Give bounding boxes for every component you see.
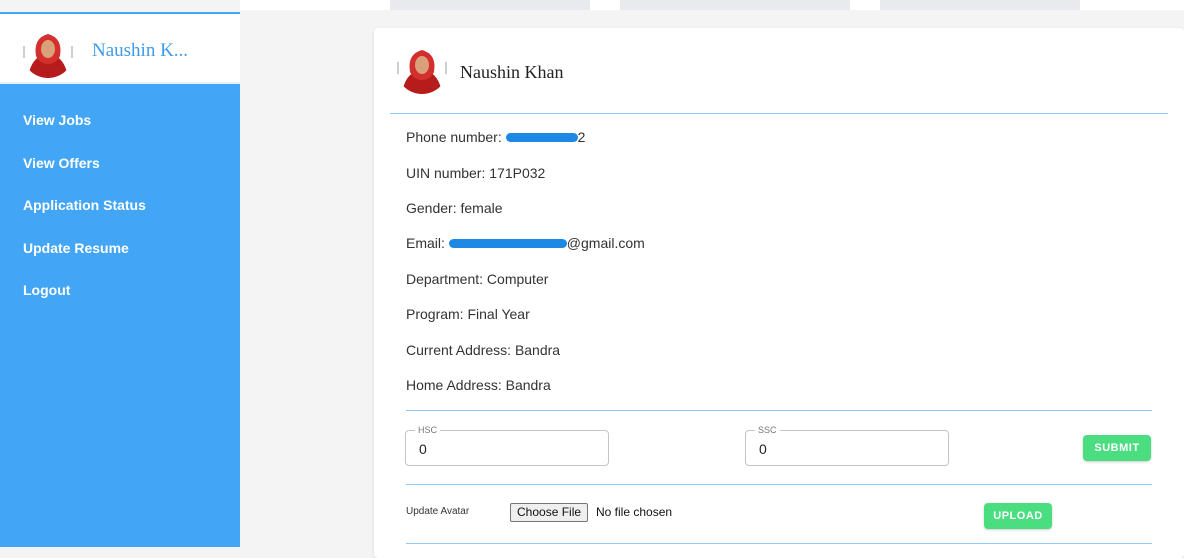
current-address: Current Address: Bandra [406, 342, 561, 358]
profile-avatar [396, 42, 448, 94]
top-decoration-band [880, 0, 1080, 10]
nav-update-resume[interactable]: Update Resume [0, 238, 240, 281]
top-decoration-band [620, 0, 850, 10]
submit-button[interactable]: SUBMIT [1083, 435, 1151, 461]
user-avatar-icon [22, 26, 74, 78]
home-address: Home Address: Bandra [406, 377, 551, 393]
nav-view-offers[interactable]: View Offers [0, 153, 240, 196]
ssc-field[interactable]: SSC 0 [745, 425, 949, 466]
redaction-mark [448, 238, 567, 248]
top-decoration-band [390, 0, 590, 10]
ssc-label: SSC [755, 425, 780, 436]
nav-application-status[interactable]: Application Status [0, 195, 240, 238]
file-status: No file chosen [596, 505, 673, 519]
email-tail: @gmail.com [566, 235, 645, 251]
choose-file-button[interactable]: Choose File [510, 503, 589, 522]
phone-tail: 2 [577, 129, 586, 145]
nav-logout[interactable]: Logout [0, 280, 240, 323]
phone-label: Phone number: [406, 129, 502, 145]
divider [406, 410, 1152, 411]
hsc-field[interactable]: HSC 0 [405, 425, 609, 466]
upload-button[interactable]: UPLOAD [984, 503, 1052, 529]
avatar [22, 26, 74, 78]
uin-number: UIN number: 171P032 [406, 165, 546, 181]
top-decoration [240, 0, 1184, 10]
profile-card: Naushin Khan Phone number: 2 UIN number:… [374, 28, 1184, 558]
divider [406, 543, 1152, 544]
hsc-value[interactable]: 0 [419, 441, 427, 457]
nav-view-jobs[interactable]: View Jobs [0, 110, 240, 153]
redaction-mark [505, 132, 578, 142]
program: Program: Final Year [406, 306, 530, 322]
sidebar-nav: View Jobs View Offers Application Status… [0, 110, 240, 323]
divider [390, 113, 1168, 114]
sidebar-header: Naushin K... [0, 12, 240, 84]
gender: Gender: female [406, 200, 503, 216]
update-avatar-label: Update Avatar [406, 506, 470, 517]
hsc-label: HSC [415, 425, 441, 436]
divider [406, 484, 1152, 485]
user-avatar-icon [396, 42, 448, 94]
email: Email: @gmail.com [406, 234, 645, 252]
profile-name: Naushin Khan [460, 62, 564, 82]
sidebar-user-name[interactable]: Naushin K... [92, 40, 188, 62]
email-label: Email: [406, 235, 445, 251]
department: Department: Computer [406, 271, 549, 287]
phone-number: Phone number: 2 [406, 128, 585, 146]
sidebar: Naushin K... View Jobs View Offers Appli… [0, 12, 240, 547]
ssc-value[interactable]: 0 [759, 441, 767, 457]
